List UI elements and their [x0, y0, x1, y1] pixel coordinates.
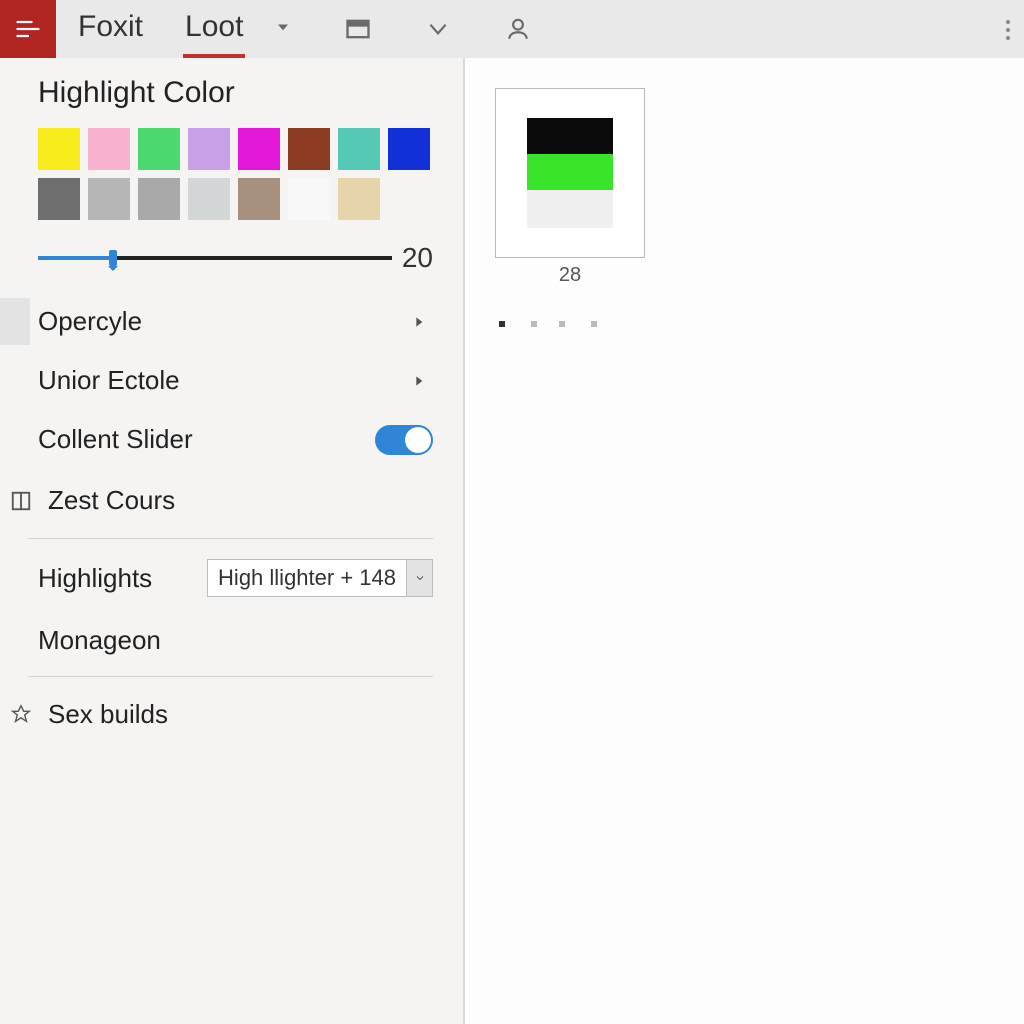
swatch[interactable] — [238, 178, 280, 220]
swatch[interactable] — [188, 178, 230, 220]
swatch[interactable] — [138, 128, 180, 170]
swatch[interactable] — [388, 178, 430, 220]
swatch[interactable] — [338, 178, 380, 220]
row-label: Highlights — [38, 563, 207, 594]
row-label: Unior Ectole — [38, 365, 411, 396]
logo-icon — [14, 15, 42, 43]
select-value: High llighter + 148 — [208, 565, 406, 591]
swatch[interactable] — [138, 178, 180, 220]
slider-value: 20 — [402, 242, 433, 274]
panel-icon — [8, 490, 34, 512]
swatch[interactable] — [88, 178, 130, 220]
tab-loot[interactable]: Loot — [183, 2, 245, 56]
chevron-right-icon — [411, 306, 427, 337]
row-label: Collent Slider — [38, 424, 375, 455]
swatch[interactable] — [388, 128, 430, 170]
app-logo[interactable] — [0, 0, 56, 58]
dot[interactable] — [591, 321, 597, 327]
select-chevron-icon — [406, 560, 432, 596]
row-monageon[interactable]: Monageon — [38, 611, 433, 670]
row-zest-cours[interactable]: Zest Cours — [8, 469, 433, 532]
opacity-slider[interactable] — [38, 256, 392, 260]
swatch[interactable] — [88, 128, 130, 170]
row-label: Zest Cours — [48, 485, 175, 516]
pagination-dots — [499, 321, 994, 327]
separator — [28, 538, 433, 539]
row-unior-ectole[interactable]: Unior Ectole — [38, 351, 433, 410]
dot[interactable] — [531, 321, 537, 327]
highlights-select[interactable]: High llighter + 148 — [207, 559, 433, 597]
main-area: Highlight Color 20 — [0, 58, 1024, 1024]
top-toolbar: Foxit Loot — [0, 0, 1024, 58]
row-highlights: Highlights High llighter + 148 — [38, 545, 433, 611]
tab-foxit[interactable]: Foxit — [76, 2, 145, 56]
kebab-menu-icon[interactable] — [1002, 12, 1014, 48]
swatch[interactable] — [288, 178, 330, 220]
thumbnail-preview — [527, 118, 613, 228]
thumbnail-label: 28 — [495, 264, 645, 287]
swatch[interactable] — [188, 128, 230, 170]
slider-thumb[interactable] — [109, 250, 117, 266]
swatch[interactable] — [288, 128, 330, 170]
separator — [28, 676, 433, 677]
swatch[interactable] — [238, 128, 280, 170]
chevron-right-icon — [411, 365, 427, 396]
swatch[interactable] — [38, 128, 80, 170]
chevron-down-icon[interactable] — [423, 14, 453, 44]
star-person-icon — [8, 704, 34, 726]
dot[interactable] — [499, 321, 505, 327]
row-sex-builds[interactable]: Sex builds — [8, 683, 433, 746]
row-label: Sex builds — [48, 699, 168, 730]
user-icon[interactable] — [503, 14, 533, 44]
image-icon[interactable] — [343, 14, 373, 44]
swatch-grid — [38, 128, 438, 220]
dot[interactable] — [559, 321, 565, 327]
content-area: 28 — [465, 58, 1024, 1024]
swatch[interactable] — [38, 178, 80, 220]
highlight-color-title: Highlight Color — [38, 76, 433, 110]
slider-fill — [38, 256, 109, 260]
row-label: Monageon — [38, 625, 433, 656]
page-thumbnail[interactable] — [495, 88, 645, 258]
opacity-slider-row: 20 — [38, 242, 433, 274]
side-panel: Highlight Color 20 — [0, 58, 465, 1024]
toolbar-icons — [343, 14, 533, 44]
row-opercyle[interactable]: Opercyle — [38, 292, 433, 351]
row-collent-slider: Collent Slider — [38, 410, 433, 469]
swatch[interactable] — [338, 128, 380, 170]
row-label: Opercyle — [38, 306, 411, 337]
tab-dropdown-icon[interactable] — [273, 17, 293, 42]
collent-slider-toggle[interactable] — [375, 425, 433, 455]
tab-bar: Foxit Loot — [76, 2, 293, 56]
